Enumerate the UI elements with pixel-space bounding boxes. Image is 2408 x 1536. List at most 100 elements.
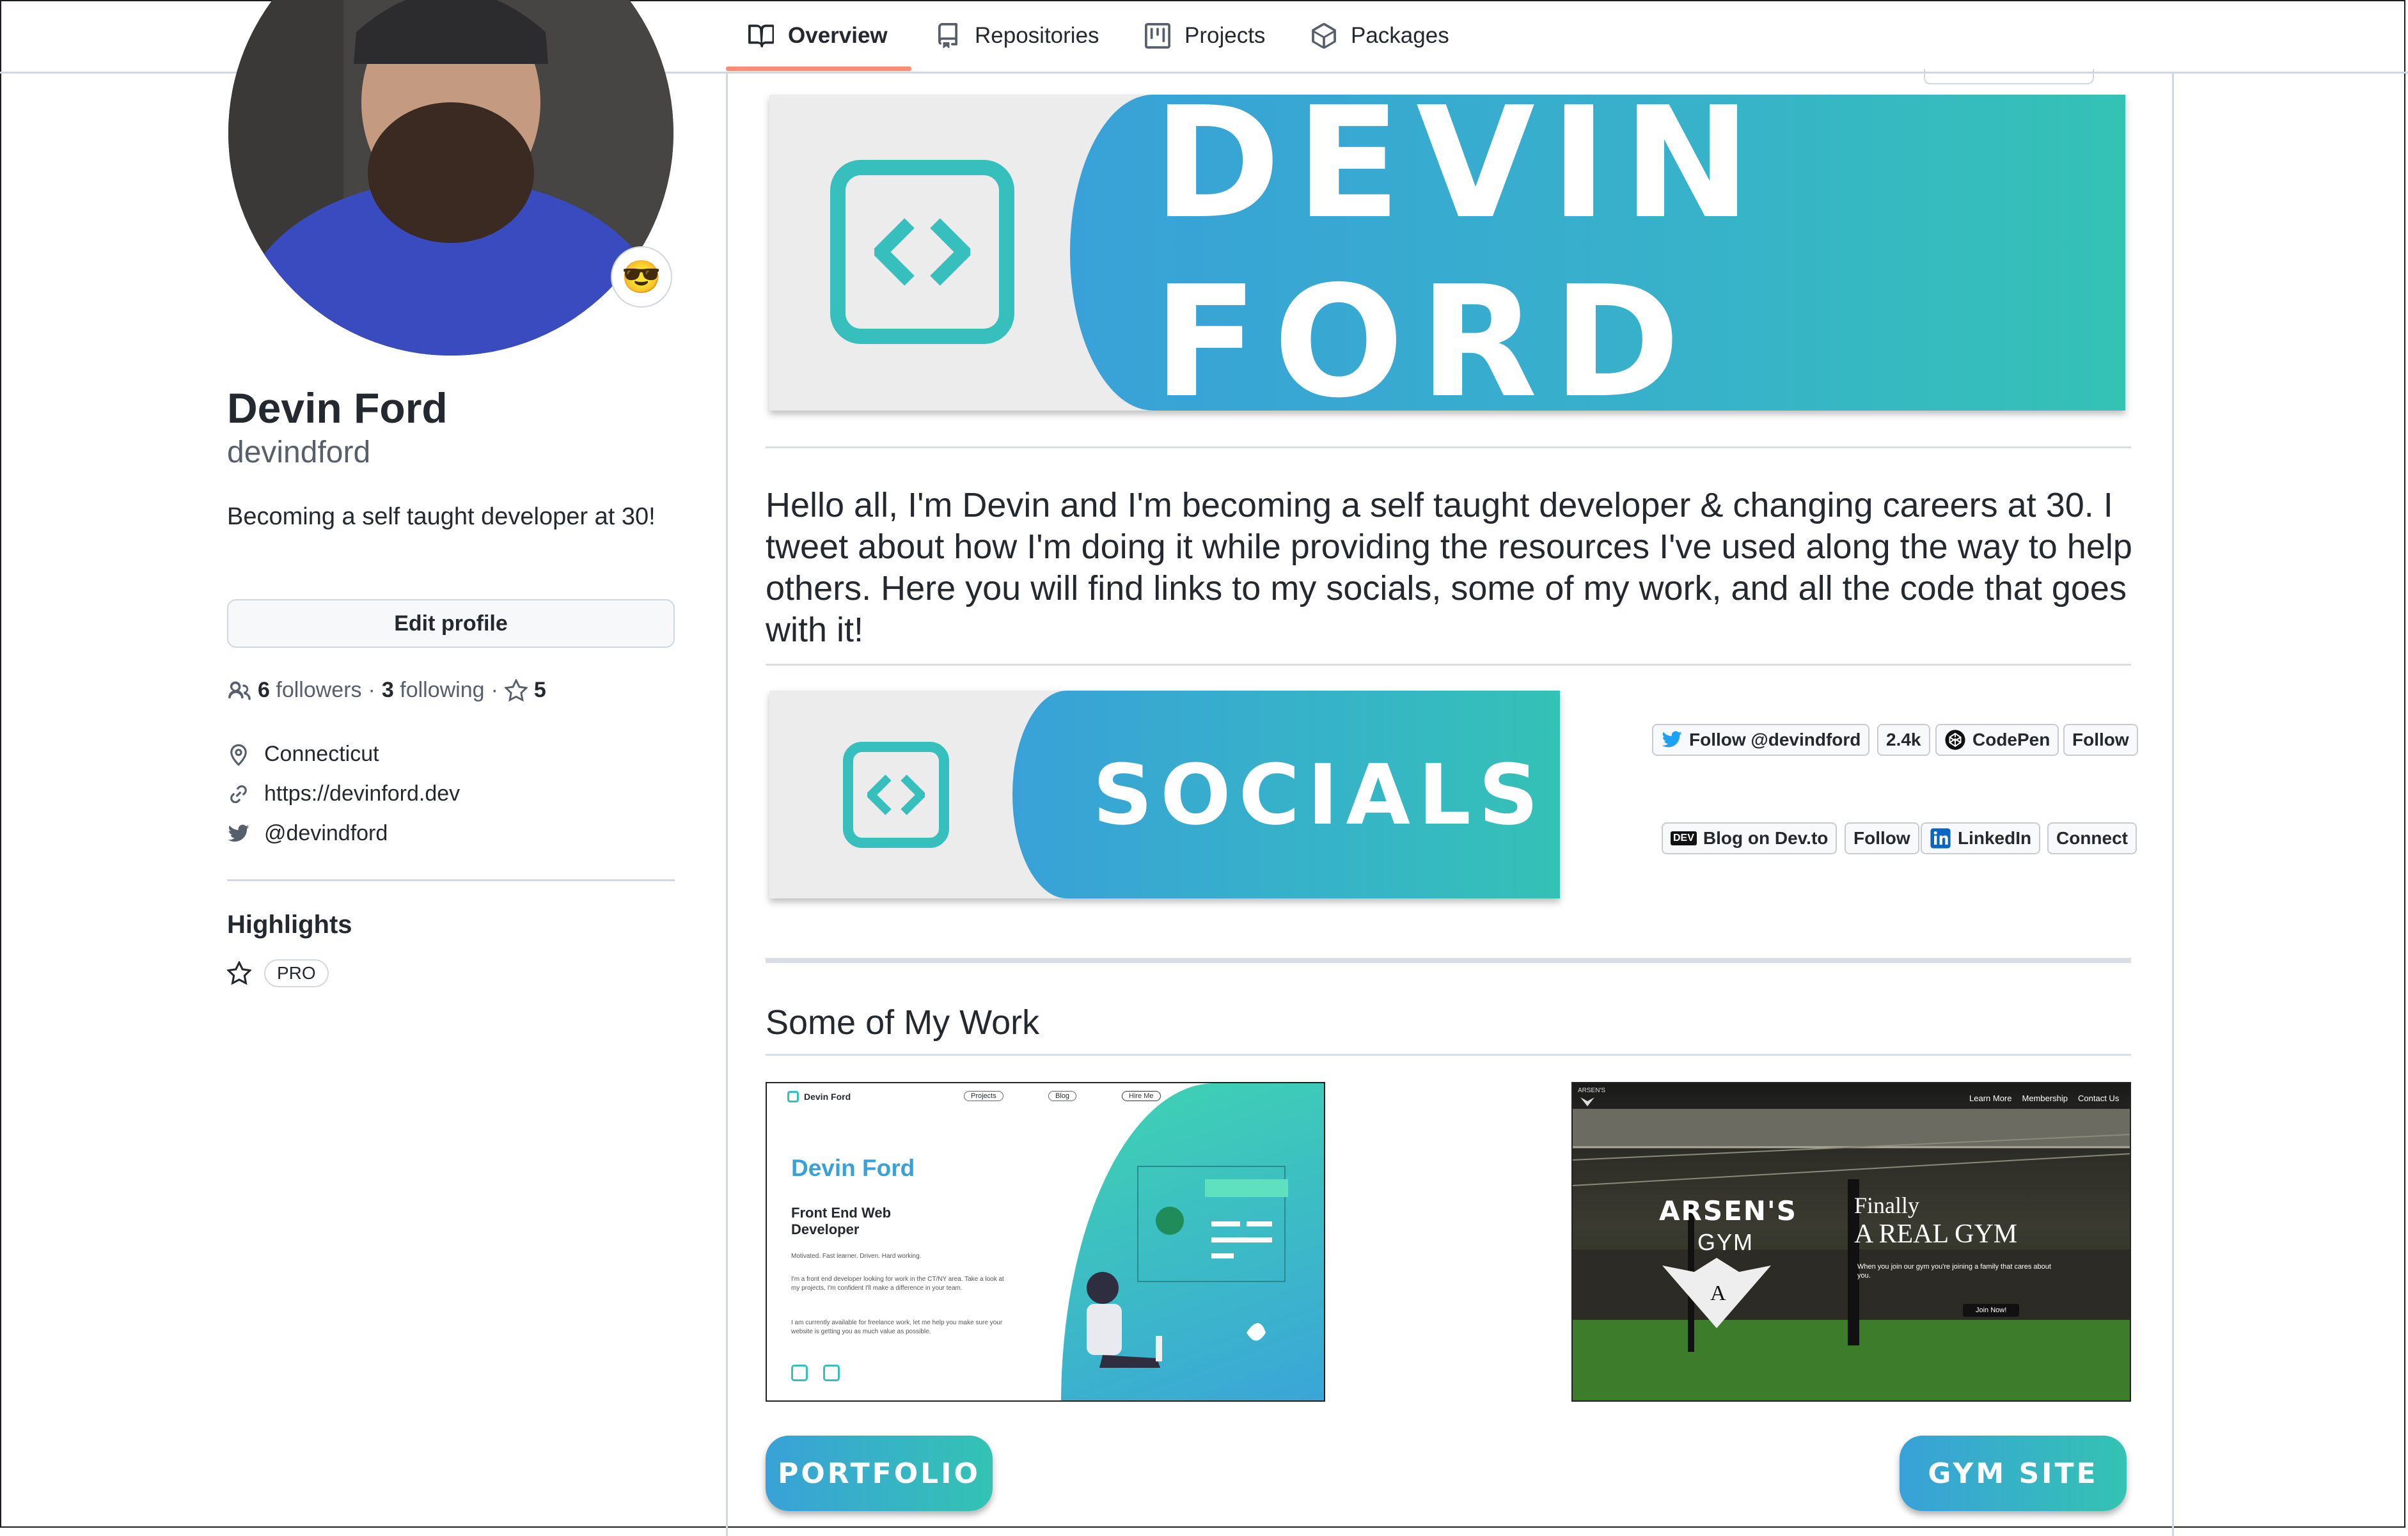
gym-brand-line1: ARSEN'S — [1659, 1195, 1798, 1226]
star-icon — [227, 961, 251, 985]
followers-label: followers — [276, 678, 362, 702]
developer-illustration — [1087, 1166, 1288, 1368]
dot-separator: · — [491, 678, 498, 702]
profile-location: Connecticut — [227, 742, 379, 767]
portfolio-para2: I am currently available for freelance w… — [791, 1319, 1003, 1335]
devto-logo-icon: DEV — [1671, 831, 1697, 845]
linkedin-icon — [823, 1365, 840, 1381]
linkedin-badge[interactable]: LinkedIn — [1921, 822, 2041, 854]
portfolio-tagline: Motivated. Fast learner. Driven. Hard wo… — [791, 1253, 922, 1260]
gym-nav-contact: Contact Us — [2078, 1093, 2120, 1103]
portfolio-button[interactable]: PORTFOLIO — [766, 1436, 993, 1511]
twitter-bird-icon — [228, 824, 249, 842]
github-icon — [791, 1365, 808, 1381]
devto-follow-label: Follow — [1853, 828, 1910, 848]
code-brackets-icon — [787, 1091, 799, 1102]
gym-headline-2: A REAL GYM — [1854, 1219, 2018, 1249]
twitter-bird-icon — [1662, 731, 1682, 748]
tab-projects[interactable]: Projects — [1145, 0, 1265, 72]
twitter-follow-label: Follow @devindford — [1689, 730, 1861, 749]
portfolio-para1: I'm a front end developer looking for wo… — [791, 1276, 1004, 1292]
gym-site-button[interactable]: GYM SITE — [1900, 1436, 2127, 1511]
people-icon — [228, 681, 251, 700]
following-link[interactable]: 3 following — [382, 678, 485, 703]
section-divider-thick — [766, 958, 2131, 963]
code-brackets-logo-icon — [843, 742, 949, 848]
gym-blurb: When you join our gym you're joining a f… — [1857, 1263, 2051, 1280]
gym-join-button: Join Now! — [1963, 1304, 2020, 1317]
pro-badge[interactable]: PRO — [264, 959, 329, 987]
socials-banner-image: SOCIALS — [769, 691, 1560, 898]
code-brackets-icon — [867, 774, 925, 815]
followers-count: 6 — [258, 678, 270, 702]
devto-badge[interactable]: DEV Blog on Dev.to — [1662, 822, 1837, 854]
tab-overview[interactable]: Overview — [748, 0, 888, 72]
readme-edit-button-stub[interactable] — [1924, 69, 2094, 84]
profile-full-name: Devin Ford — [227, 384, 448, 432]
gym-nav-membership: Membership — [2022, 1093, 2068, 1103]
book-icon — [748, 24, 774, 48]
profile-bio: Becoming a self taught developer at 30! — [227, 503, 656, 530]
name-banner-image: DEVIN FORD — [769, 95, 2125, 411]
profile-twitter: @devindford — [227, 821, 388, 846]
banner-title: DEVIN FORD — [1153, 95, 1767, 411]
readme-intro: Hello all, I'm Devin and I'm becoming a … — [766, 486, 2132, 649]
section-divider — [766, 664, 2131, 666]
highlights-heading: Highlights — [227, 911, 352, 939]
package-icon — [1312, 23, 1336, 49]
tab-packages-label: Packages — [1351, 23, 1449, 48]
dot-separator: · — [368, 678, 375, 702]
twitter-link[interactable]: @devindford — [264, 821, 388, 846]
section-divider — [766, 446, 2131, 448]
project-board-icon — [1145, 23, 1170, 49]
stars-link[interactable]: 5 — [504, 678, 546, 703]
code-brackets-icon — [874, 218, 970, 286]
following-label: following — [400, 678, 485, 702]
highlights-pro: PRO — [227, 959, 329, 987]
portfolio-screenshot[interactable]: Devin Ford Projects Blog Hire Me Devin F… — [766, 1082, 1325, 1402]
gym-site-screenshot[interactable]: ARSEN'S Learn More Membership Contact Us… — [1571, 1082, 2131, 1402]
portfolio-title: Devin Ford — [791, 1155, 915, 1181]
edit-profile-button[interactable]: Edit profile — [227, 599, 675, 648]
devto-label: Blog on Dev.to — [1703, 828, 1829, 848]
linkedin-connect-label: Connect — [2056, 828, 2128, 848]
tab-repositories[interactable]: Repositories — [935, 0, 1099, 72]
portfolio-nav-blog: Blog — [1048, 1091, 1077, 1101]
codepen-label: CodePen — [1972, 730, 2050, 749]
portfolio-logo: Devin Ford — [787, 1091, 851, 1102]
socials-title: SOCIALS — [1092, 746, 1546, 843]
followers-link[interactable]: 6 followers — [258, 678, 362, 703]
profile-username: devindford — [227, 435, 371, 469]
twitter-count: 2.4k — [1886, 730, 1921, 749]
codepen-follow-badge[interactable]: Follow — [2063, 724, 2138, 756]
gym-brand-small: ARSEN'S — [1578, 1087, 1606, 1094]
star-icon — [504, 678, 528, 701]
twitter-follow-badge[interactable]: Follow @devindford — [1652, 724, 1870, 756]
codepen-logo-icon — [1945, 730, 1965, 750]
follow-stats: 6 followers · 3 following · 5 — [227, 678, 546, 703]
twitter-count-badge[interactable]: 2.4k — [1877, 724, 1930, 756]
status-emoji-button[interactable]: 😎 — [611, 246, 672, 308]
devto-follow-badge[interactable]: Follow — [1845, 822, 1919, 854]
codepen-badge[interactable]: CodePen — [1935, 724, 2059, 756]
portfolio-subtitle: Front End Web Developer — [791, 1205, 892, 1237]
portfolio-nav-hire: Hire Me — [1122, 1091, 1161, 1101]
gym-crest-initial: A — [1710, 1281, 1726, 1305]
portfolio-social-icons — [791, 1365, 840, 1381]
active-tab-underline — [726, 67, 911, 71]
gym-nav: Learn More Membership Contact Us — [1969, 1093, 2119, 1103]
codepen-follow-label: Follow — [2072, 730, 2129, 749]
linkedin-connect-badge[interactable]: Connect — [2047, 822, 2137, 854]
location-text: Connecticut — [264, 742, 379, 766]
stars-count: 5 — [533, 678, 546, 702]
sunglasses-emoji-icon: 😎 — [621, 258, 662, 295]
linkedin-logo-icon — [1930, 828, 1951, 849]
tab-packages[interactable]: Packages — [1311, 0, 1449, 72]
section-divider — [766, 1054, 2131, 1056]
profile-website: https://devinford.dev — [227, 781, 460, 806]
following-count: 3 — [381, 678, 394, 702]
website-link[interactable]: https://devinford.dev — [264, 781, 460, 806]
tab-repositories-label: Repositories — [975, 23, 1099, 48]
work-heading: Some of My Work — [766, 1003, 1040, 1042]
portfolio-nav-projects: Projects — [964, 1091, 1003, 1101]
